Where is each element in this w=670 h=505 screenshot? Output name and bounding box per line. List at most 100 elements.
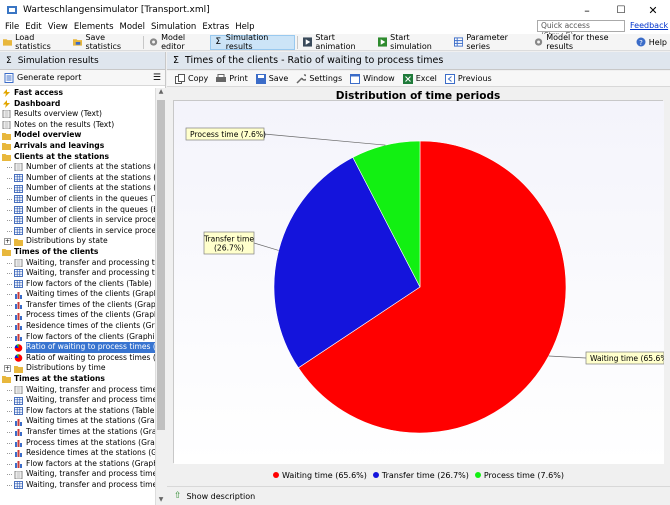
tree-connector: [7, 304, 12, 306]
menu-simulation[interactable]: Simulation: [148, 22, 199, 32]
bar-icon: [14, 428, 23, 437]
tree-item-label: Waiting times at the stations (Graphics): [26, 416, 155, 426]
start-animation-button[interactable]: Start animation: [300, 33, 375, 51]
slice-label: Waiting time (65.6%): [590, 354, 664, 363]
simulation-results-button[interactable]: Σ Simulation results: [209, 33, 296, 51]
toolbar-separator: [143, 35, 144, 49]
parameter-series-button[interactable]: Parameter series: [451, 33, 531, 51]
tree-item[interactable]: Number of clients in the queues (Table): [0, 194, 155, 205]
simulation-results-label: Simulation results: [225, 33, 269, 51]
help-button[interactable]: ? Help: [633, 35, 670, 50]
tree-category[interactable]: Times of the clients: [0, 247, 155, 258]
tree-item[interactable]: Waiting, transfer and processing times (…: [0, 258, 155, 269]
tree-item[interactable]: Number of clients at the stations (by cl…: [0, 183, 155, 194]
load-statistics-button[interactable]: Load statistics: [0, 33, 70, 51]
save-icon: [73, 39, 83, 46]
excel-button[interactable]: Excel: [399, 71, 441, 86]
tree-connector: [7, 294, 12, 296]
play-animation-icon: [303, 37, 313, 47]
tree-item[interactable]: Number of clients in service process (Ta…: [0, 215, 155, 226]
scroll-thumb[interactable]: [157, 100, 165, 430]
start-simulation-button[interactable]: Start simulation: [375, 33, 451, 51]
tree-item[interactable]: Transfer times of the clients (Graphics): [0, 300, 155, 311]
tree-item[interactable]: Number of clients at the stations (total…: [0, 173, 155, 184]
pie-icon: [14, 343, 23, 352]
settings-button[interactable]: Settings: [292, 71, 346, 86]
tree-category[interactable]: Model overview: [0, 130, 155, 141]
window-button[interactable]: Window: [346, 71, 399, 86]
tree-item[interactable]: Number of clients in service process (by…: [0, 226, 155, 237]
tree-item[interactable]: Waiting, transfer and process times at t…: [0, 385, 155, 396]
tree-item[interactable]: Flow factors of the clients (Graphics): [0, 332, 155, 343]
start-animation-label: Start animation: [315, 33, 356, 51]
menu-model[interactable]: Model: [117, 22, 149, 32]
legend-item-transfer: Transfer time (26.7%): [372, 471, 469, 480]
menu-edit[interactable]: Edit: [22, 22, 44, 32]
tree-scrollbar[interactable]: ▲ ▼: [155, 88, 166, 505]
tree-item[interactable]: Results overview (Text): [0, 109, 155, 120]
generate-report-button[interactable]: Generate report ☰: [0, 70, 165, 86]
tree-connector: [7, 463, 12, 465]
menu-help[interactable]: Help: [232, 22, 257, 32]
table-icon: [14, 396, 23, 405]
print-button[interactable]: Print: [212, 71, 251, 86]
tree-item[interactable]: Waiting, transfer and process times at t…: [0, 395, 155, 406]
tree-item[interactable]: Notes on the results (Text): [0, 120, 155, 131]
menu-file[interactable]: File: [0, 22, 22, 32]
scroll-up-arrow[interactable]: ▲: [156, 88, 166, 97]
menu-extras[interactable]: Extras: [199, 22, 232, 32]
play-icon: [378, 37, 388, 47]
scroll-down-arrow[interactable]: ▼: [156, 496, 166, 505]
save-button[interactable]: Save: [252, 71, 293, 86]
minimize-button[interactable]: –: [570, 0, 604, 20]
menu-view[interactable]: View: [45, 22, 71, 32]
list-view-icon[interactable]: ☰: [153, 73, 161, 83]
model-for-results-button[interactable]: Model for these results: [531, 33, 633, 51]
tree-item[interactable]: Ratio of waiting to process times (by cl…: [0, 353, 155, 364]
tree-folder[interactable]: + Distributions by state: [0, 236, 155, 247]
maximize-button[interactable]: ☐: [604, 0, 638, 20]
text-icon: [2, 110, 11, 119]
expand-icon[interactable]: +: [4, 238, 11, 246]
tree-item[interactable]: Flow factors of the clients (Table): [0, 279, 155, 290]
save-statistics-button[interactable]: Save statistics: [70, 33, 141, 51]
tree-connector: [7, 347, 12, 349]
tree-item[interactable]: Flow factors at the stations (Table): [0, 406, 155, 417]
tree-item[interactable]: Waiting, transfer and processing times (…: [0, 268, 155, 279]
tree-item[interactable]: Waiting times of the clients (Graphics): [0, 289, 155, 300]
show-description-button[interactable]: ⇧ Show description: [167, 486, 670, 505]
tree-item[interactable]: Transfer times at the stations (Graphics…: [0, 427, 155, 438]
close-button[interactable]: ✕: [636, 0, 670, 20]
folder-icon: [2, 142, 11, 151]
sigma-icon: Σ: [215, 37, 222, 47]
expand-icon[interactable]: +: [4, 365, 11, 373]
close-icon: ✕: [648, 3, 658, 17]
quick-access-input[interactable]: Quick access (Strg+E): [537, 20, 625, 40]
tree-item[interactable]: Number of clients in the queues (by clie…: [0, 205, 155, 216]
tree-item[interactable]: Flow factors at the stations (Graphics): [0, 459, 155, 470]
tree-category[interactable]: Dashboard: [0, 99, 155, 110]
tree-category[interactable]: Fast access: [0, 88, 155, 99]
tree-item[interactable]: Waiting, transfer and process times by c…: [0, 469, 155, 480]
tree-category[interactable]: Arrivals and leavings: [0, 141, 155, 152]
tree-item[interactable]: Ratio of waiting to process times (Graph…: [0, 342, 155, 353]
tree-item[interactable]: Waiting times at the stations (Graphics): [0, 416, 155, 427]
tree-item[interactable]: Waiting, transfer and process times by c…: [0, 480, 155, 491]
tree-item-label: Transfer times at the stations (Graphics…: [26, 427, 155, 436]
tree-category[interactable]: Times at the stations: [0, 374, 155, 385]
menu-elements[interactable]: Elements: [71, 22, 117, 32]
tree-item[interactable]: Residence times at the stations (Graphic…: [0, 448, 155, 459]
model-editor-button[interactable]: Model editor: [146, 33, 210, 51]
sidebar-header: Σ Simulation results: [0, 52, 165, 70]
tree-item[interactable]: Process times of the clients (Graphics): [0, 310, 155, 321]
copy-button[interactable]: Copy: [171, 71, 212, 86]
tree-folder[interactable]: + Distributions by time: [0, 363, 155, 374]
feedback-link[interactable]: Feedback: [630, 21, 668, 30]
tree-item[interactable]: Residence times of the clients (Graphics…: [0, 321, 155, 332]
tree-item[interactable]: Number of clients at the stations (Text): [0, 162, 155, 173]
tree-connector: [7, 432, 12, 433]
tree-item[interactable]: Process times at the stations (Graphics): [0, 438, 155, 449]
table-icon: [14, 216, 23, 225]
tree-category[interactable]: Clients at the stations: [0, 152, 155, 163]
previous-button[interactable]: Previous: [441, 71, 496, 86]
